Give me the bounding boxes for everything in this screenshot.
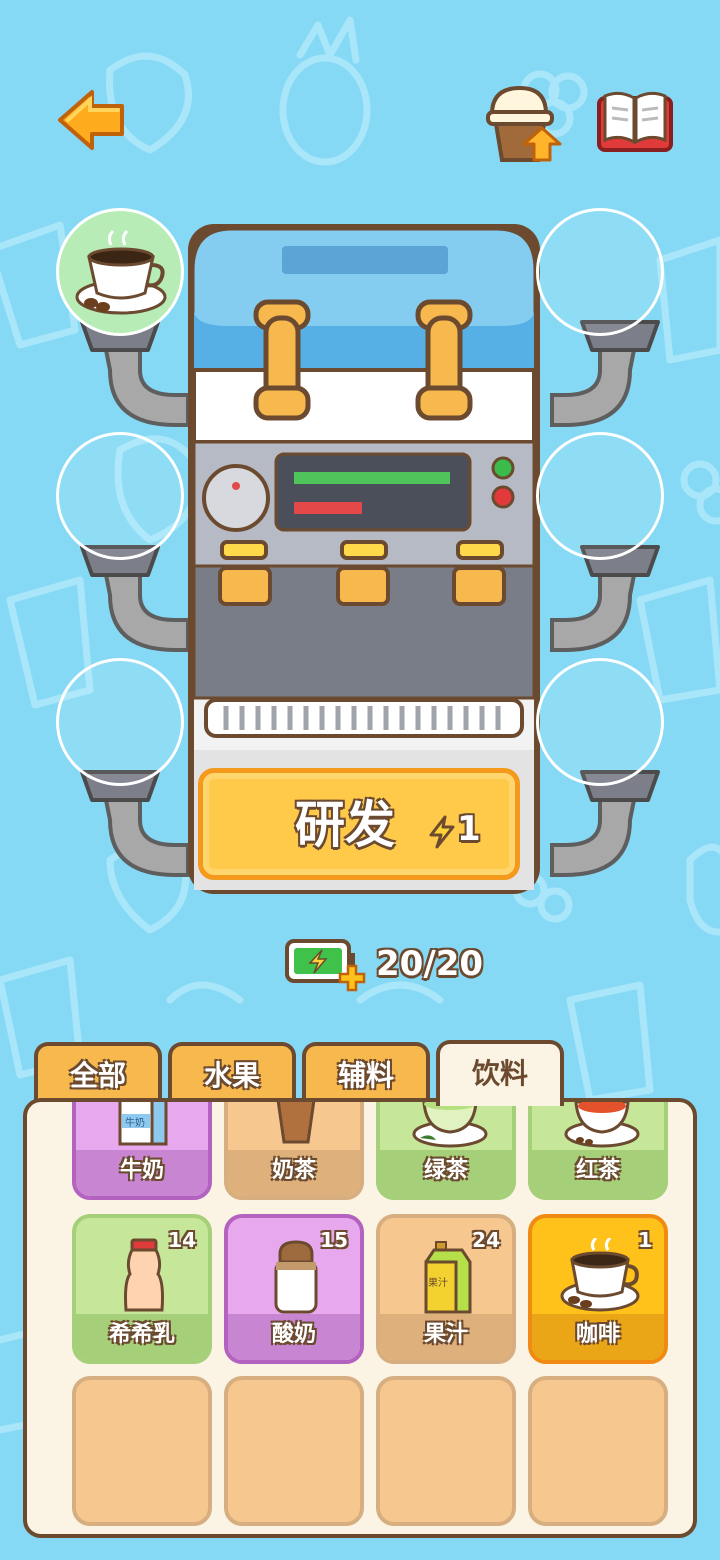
item-label: 绿茶 (380, 1150, 512, 1196)
tab-drinks[interactable]: 饮料 (436, 1040, 564, 1106)
item-card-milk[interactable]: 牛奶 牛奶 (72, 1102, 212, 1200)
empty-slot[interactable] (528, 1376, 668, 1526)
slot-bubble-left-1[interactable] (56, 208, 184, 336)
inventory-panel: 牛奶 牛奶 奶茶 绿茶 红茶 14 希希乳 15 酸奶 24 果汁 果汁 1 咖… (23, 1098, 697, 1538)
slot-bubble-left-3[interactable] (56, 658, 184, 786)
energy-value: 20/20 (376, 944, 484, 984)
yogurt-bottle-icon (274, 1240, 318, 1314)
tab-all[interactable]: 全部 (34, 1042, 162, 1106)
black-tea-cup-icon (564, 1102, 640, 1148)
upgrade-button[interactable] (484, 84, 564, 164)
recipe-book-button[interactable] (596, 88, 674, 154)
item-count: 24 (472, 1228, 500, 1252)
empty-slot[interactable] (224, 1376, 364, 1526)
slot-bubble-left-2[interactable] (56, 432, 184, 560)
energy-display: 20/20 (284, 936, 484, 992)
empty-slot[interactable] (72, 1376, 212, 1526)
empty-slot[interactable] (376, 1376, 516, 1526)
battery-plus-icon[interactable] (284, 936, 376, 992)
item-label: 酸奶 (228, 1314, 360, 1360)
item-card-coffee[interactable]: 1 咖啡 (528, 1214, 668, 1364)
item-label: 希希乳 (76, 1314, 208, 1360)
item-card-green-tea[interactable]: 绿茶 (376, 1102, 516, 1200)
item-label: 咖啡 (532, 1314, 664, 1360)
slot-bubble-right-3[interactable] (536, 658, 664, 786)
back-button[interactable] (56, 86, 128, 154)
item-label: 奶茶 (228, 1150, 360, 1196)
coffee-icon (560, 1238, 640, 1312)
milk-carton-icon: 牛奶 (118, 1102, 168, 1146)
cup-upgrade-icon (486, 85, 562, 162)
coffee-icon (75, 229, 167, 315)
research-button-label: 研发 (295, 796, 395, 854)
slot-bubble-right-1[interactable] (536, 208, 664, 336)
item-label: 果汁 (380, 1314, 512, 1360)
tab-fruit[interactable]: 水果 (168, 1042, 296, 1106)
recipe-book-icon (597, 91, 673, 152)
research-cost: 1 (457, 809, 481, 849)
tab-toppings[interactable]: 辅料 (302, 1042, 430, 1106)
item-count: 15 (320, 1228, 348, 1252)
item-card-yogurt[interactable]: 15 酸奶 (224, 1214, 364, 1364)
slot-bubble-right-2[interactable] (536, 432, 664, 560)
item-label: 红茶 (532, 1150, 664, 1196)
juice-box-icon: 果汁 (424, 1241, 472, 1314)
research-button[interactable]: 研发 1 (198, 768, 520, 880)
item-label: 牛奶 (76, 1150, 208, 1196)
yakult-bottle-icon (124, 1238, 164, 1312)
svg-text:果汁: 果汁 (428, 1276, 448, 1289)
svg-text:牛奶: 牛奶 (125, 1116, 145, 1129)
back-arrow-icon (58, 90, 124, 150)
milk-tea-cup-icon (276, 1102, 316, 1144)
item-card-yakult[interactable]: 14 希希乳 (72, 1214, 212, 1364)
item-count: 14 (168, 1228, 196, 1252)
item-card-milk-tea[interactable]: 奶茶 (224, 1102, 364, 1200)
item-card-black-tea[interactable]: 红茶 (528, 1102, 668, 1200)
item-card-juice[interactable]: 24 果汁 果汁 (376, 1214, 516, 1364)
lightning-icon (429, 815, 455, 849)
